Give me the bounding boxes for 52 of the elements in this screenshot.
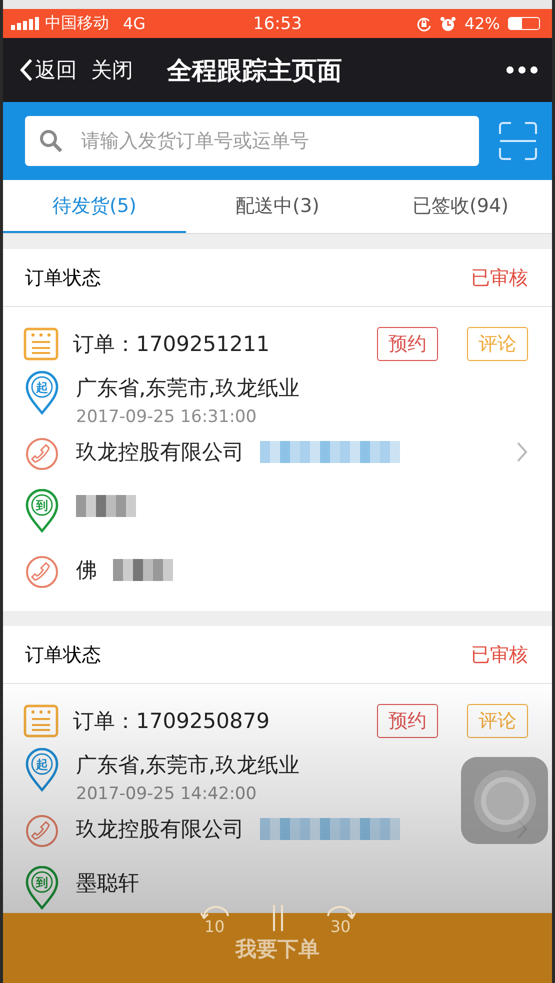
search-field[interactable]: 请输入发货订单号或运单号 bbox=[25, 116, 479, 166]
place-order-button[interactable]: 我要下单 bbox=[218, 935, 338, 963]
address-text: 墨聪轩 bbox=[76, 870, 139, 897]
battery-percent: 42% bbox=[464, 14, 500, 33]
tab[interactable]: 待发货(5) bbox=[3, 180, 186, 233]
status-text: 已审核 bbox=[471, 642, 528, 668]
signal-icon bbox=[11, 17, 39, 30]
phone-icon bbox=[25, 437, 59, 471]
action-button[interactable]: 评论 bbox=[467, 327, 528, 361]
clock-time: 16:53 bbox=[253, 14, 302, 34]
more-icon[interactable] bbox=[506, 66, 538, 74]
order-number: 订单：1709251211 bbox=[73, 331, 270, 358]
tab[interactable]: 已签收(94) bbox=[369, 180, 552, 233]
close-button[interactable]: 关闭 bbox=[91, 56, 133, 84]
timestamp: 2017-09-25 16:31:00 bbox=[76, 407, 258, 427]
forward-seconds: 30 bbox=[330, 919, 351, 935]
rotation-lock-icon bbox=[416, 16, 432, 32]
action-button[interactable]: 评论 bbox=[467, 704, 528, 738]
contact-name: 玖龙控股有限公司 bbox=[76, 439, 244, 466]
back-button[interactable]: 返回 bbox=[19, 56, 77, 84]
order-list-icon bbox=[23, 704, 59, 738]
location-pin-icon: 起 bbox=[25, 371, 59, 415]
tab[interactable]: 配送中(3) bbox=[186, 180, 369, 233]
carrier-name: 中国移动 bbox=[45, 13, 109, 34]
chevron-right-icon[interactable] bbox=[516, 441, 528, 463]
battery-icon bbox=[508, 17, 540, 30]
address-text: 广东省,东莞市,玖龙纸业 bbox=[76, 752, 300, 779]
chevron-left-icon[interactable] bbox=[19, 58, 33, 82]
address-text: 广东省,东莞市,玖龙纸业 bbox=[76, 375, 300, 402]
order-number: 订单：1709250879 bbox=[73, 708, 270, 735]
section-label: 订单状态 bbox=[25, 642, 101, 668]
section-label: 订单状态 bbox=[25, 266, 101, 290]
action-button[interactable]: 预约 bbox=[377, 704, 438, 738]
assistive-touch-button[interactable] bbox=[461, 757, 548, 844]
status-text: 已审核 bbox=[471, 266, 528, 290]
contact-name: 佛 bbox=[76, 557, 97, 584]
scan-icon[interactable] bbox=[499, 122, 537, 160]
alarm-icon bbox=[440, 16, 456, 32]
order-list-icon bbox=[23, 327, 59, 361]
forward-icon[interactable] bbox=[326, 905, 356, 919]
timestamp: 2017-09-25 14:42:00 bbox=[76, 784, 258, 804]
location-pin-icon: 到 bbox=[25, 489, 59, 533]
location-pin-icon: 到 bbox=[25, 866, 59, 910]
network-type: 4G bbox=[123, 14, 146, 33]
action-button[interactable]: 预约 bbox=[377, 327, 438, 361]
rewind-seconds: 10 bbox=[204, 919, 225, 935]
contact-name: 玖龙控股有限公司 bbox=[76, 816, 244, 843]
rewind-icon[interactable] bbox=[200, 905, 230, 919]
phone-icon bbox=[25, 555, 59, 589]
phone-icon bbox=[25, 814, 59, 848]
location-pin-icon: 起 bbox=[25, 748, 59, 792]
page-title: 全程跟踪主页面 bbox=[167, 54, 342, 86]
